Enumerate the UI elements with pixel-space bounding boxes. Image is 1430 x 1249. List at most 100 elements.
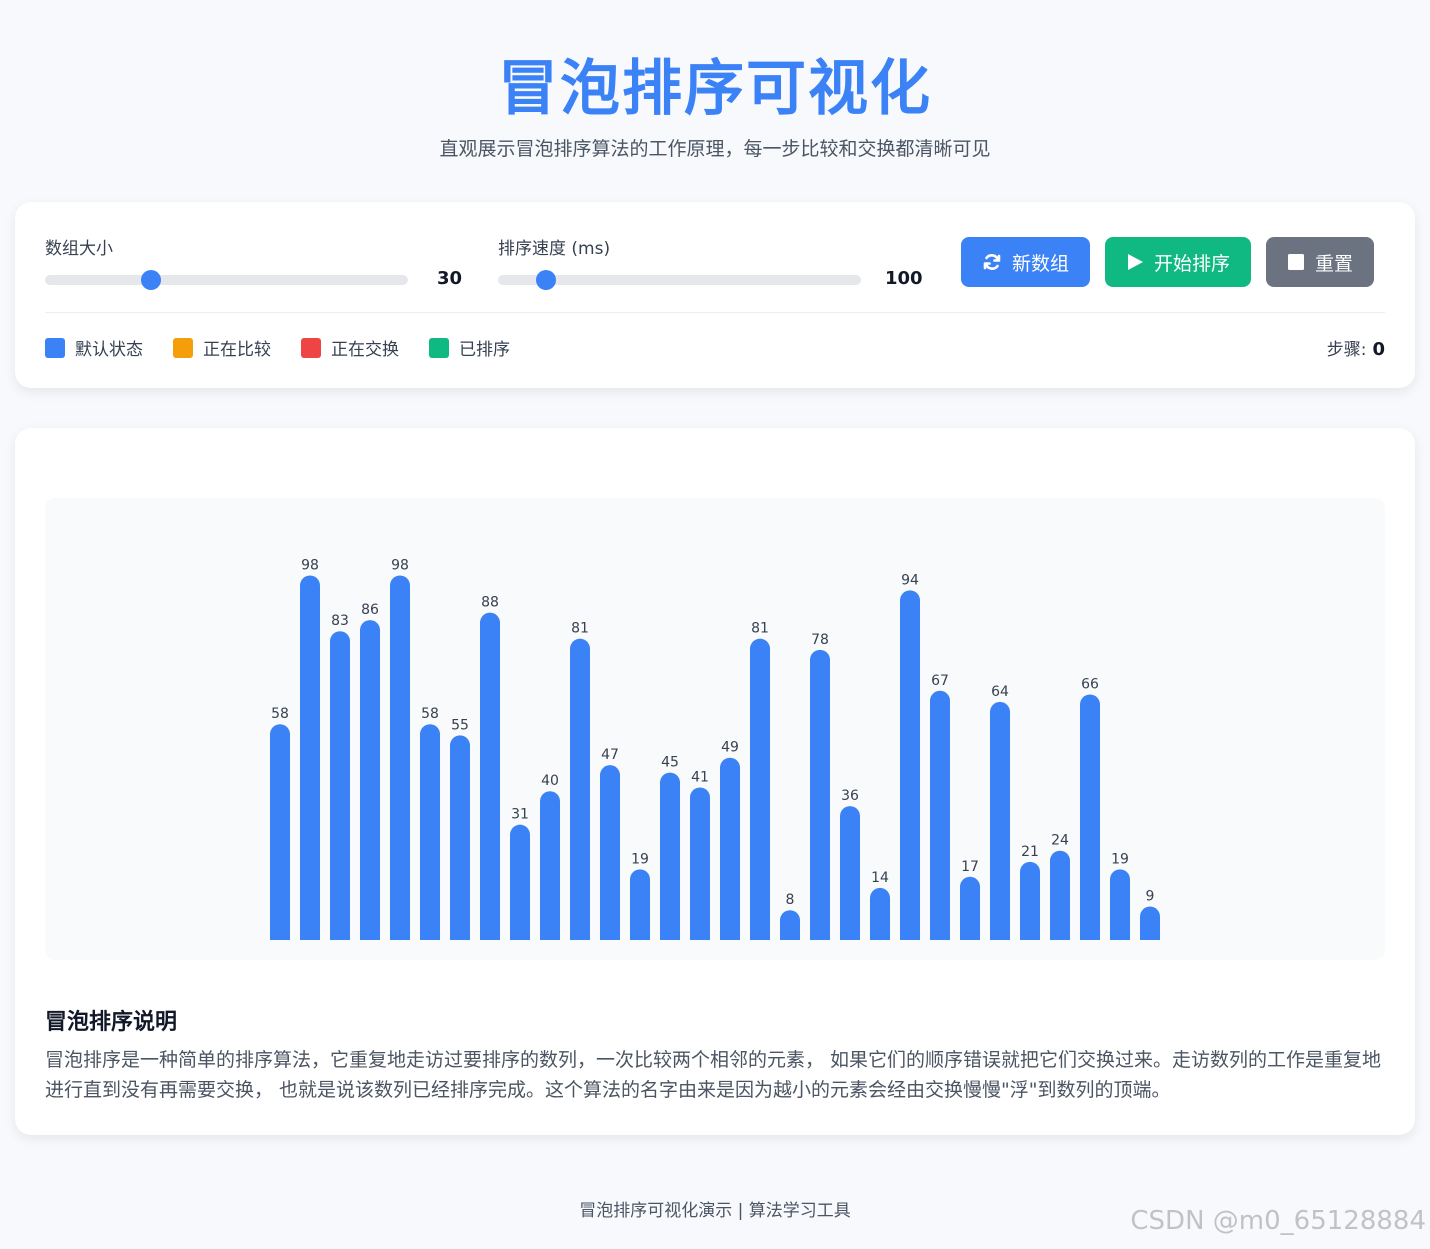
bar (1140, 906, 1160, 940)
bar-value-label: 58 (271, 706, 289, 722)
array-size-slider[interactable] (45, 270, 408, 290)
step-value: 0 (1372, 339, 1385, 360)
start-sort-button[interactable]: 开始排序 (1105, 237, 1251, 287)
bar (1050, 850, 1070, 940)
bar-value-label: 17 (961, 859, 979, 875)
legend-swatch-default (45, 337, 65, 358)
start-sort-label: 开始排序 (1153, 253, 1230, 275)
bar-value-label: 67 (931, 673, 949, 689)
legend-swatch-swapping (301, 337, 321, 358)
bar-value-label: 45 (661, 755, 679, 771)
bar (570, 638, 590, 940)
bar (930, 690, 950, 940)
array-size-slider-thumb[interactable] (141, 270, 162, 290)
legend: 默认状态 正在比较 正在交换 已排序 (45, 335, 510, 360)
new-array-button[interactable]: 新数组 (961, 237, 1090, 287)
bar (1110, 869, 1130, 940)
bar (840, 806, 860, 940)
bar-value-label: 64 (991, 684, 1009, 700)
bar (300, 575, 320, 940)
bar (510, 824, 530, 940)
new-array-label: 新数组 (1011, 253, 1069, 275)
bar (330, 631, 350, 940)
bar-value-label: 94 (901, 572, 919, 588)
bar-value-label: 86 (361, 602, 379, 618)
speed-label: 排序速度 (ms) (498, 239, 611, 259)
bar-value-label: 8 (786, 892, 795, 908)
description-text: 冒泡排序是一种简单的排序算法，它重复地走访过要排序的数列，一次比较两个相邻的元素… (45, 1049, 1382, 1101)
bar (780, 910, 800, 940)
speed-slider[interactable] (498, 270, 861, 290)
bar-chart-area: 58 98 83 86 98 58 55 88 31 40 81 47 19 45 41 49 81 8 78 36 1… (45, 498, 1385, 960)
bar (750, 638, 770, 940)
bar-value-label: 40 (541, 773, 559, 789)
page-subtitle: 直观展示冒泡排序算法的工作原理，每一步比较和交换都清晰可见 (439, 138, 991, 160)
panel-divider (45, 312, 1385, 313)
control-panel: 数组大小 30 排序速度 (ms) 100 新数组 开始排序 重置 默认状态 正… (15, 202, 1415, 388)
legend-label-swapping: 正在交换 (331, 340, 399, 360)
bar-value-label: 78 (811, 632, 829, 648)
bar-value-label: 88 (481, 595, 499, 611)
bar-value-label: 36 (841, 788, 859, 804)
bar-value-label: 83 (331, 613, 349, 629)
bar-value-label: 21 (1021, 844, 1039, 860)
play-icon (1127, 254, 1143, 270)
stop-icon (1287, 254, 1304, 270)
bar-value-label: 19 (631, 851, 649, 867)
bar-value-label: 81 (751, 621, 769, 637)
bar (1020, 861, 1040, 940)
bar-value-label: 66 (1081, 676, 1099, 692)
bar-value-label: 49 (721, 740, 739, 756)
speed-value: 100 (885, 268, 923, 289)
bar-value-label: 98 (301, 557, 319, 573)
legend-swatch-sorted (429, 337, 449, 358)
reset-label: 重置 (1314, 253, 1353, 275)
bar (390, 575, 410, 940)
bar (720, 757, 740, 940)
bar-value-label: 19 (1111, 851, 1129, 867)
bar-value-label: 41 (691, 769, 709, 785)
bar-value-label: 81 (571, 621, 589, 637)
bar-value-label: 24 (1051, 833, 1069, 849)
bar (900, 590, 920, 940)
bar (420, 724, 440, 940)
bar (450, 735, 470, 940)
legend-item-default: 默认状态 (45, 335, 143, 360)
chart-card: 58 98 83 86 98 58 55 88 31 40 81 47 19 45 41 49 81 8 78 36 1… (15, 428, 1415, 1135)
legend-label-default: 默认状态 (75, 340, 143, 360)
bar-value-label: 47 (601, 747, 619, 763)
bar (690, 787, 710, 940)
step-label: 步骤: (1326, 340, 1367, 360)
reset-button[interactable]: 重置 (1266, 237, 1374, 287)
bar (810, 649, 830, 940)
legend-label-sorted: 已排序 (459, 340, 510, 360)
legend-item-sorted: 已排序 (429, 335, 510, 360)
array-size-label: 数组大小 (45, 239, 113, 259)
legend-item-comparing: 正在比较 (173, 335, 271, 360)
watermark: CSDN @m0_65128884 (1130, 1206, 1426, 1236)
bar (870, 887, 890, 940)
legend-item-swapping: 正在交换 (301, 335, 399, 360)
bar (480, 612, 500, 940)
bar-chart: 58 98 83 86 98 58 55 88 31 40 81 47 19 45 41 49 81 8 78 36 1… (270, 557, 1160, 940)
bar-value-label: 14 (871, 870, 889, 886)
array-size-value: 30 (437, 268, 463, 289)
bar-value-label: 55 (451, 717, 469, 733)
legend-swatch-comparing (173, 337, 193, 358)
bar (360, 620, 380, 940)
page-title: 冒泡排序可视化 (498, 54, 932, 124)
bar-value-label: 9 (1146, 889, 1155, 905)
step-counter: 步骤: 0 (1327, 335, 1385, 360)
description-title: 冒泡排序说明 (45, 1010, 178, 1035)
bar (990, 701, 1010, 940)
bar-value-label: 58 (421, 706, 439, 722)
speed-slider-thumb[interactable] (535, 270, 556, 290)
refresh-icon (983, 254, 1001, 270)
bar (630, 869, 650, 940)
legend-label-comparing: 正在比较 (203, 340, 271, 360)
bar (1080, 694, 1100, 940)
bar (600, 765, 620, 940)
bar (540, 791, 560, 940)
bar-value-label: 31 (511, 807, 529, 823)
bar-value-label: 98 (391, 557, 409, 573)
